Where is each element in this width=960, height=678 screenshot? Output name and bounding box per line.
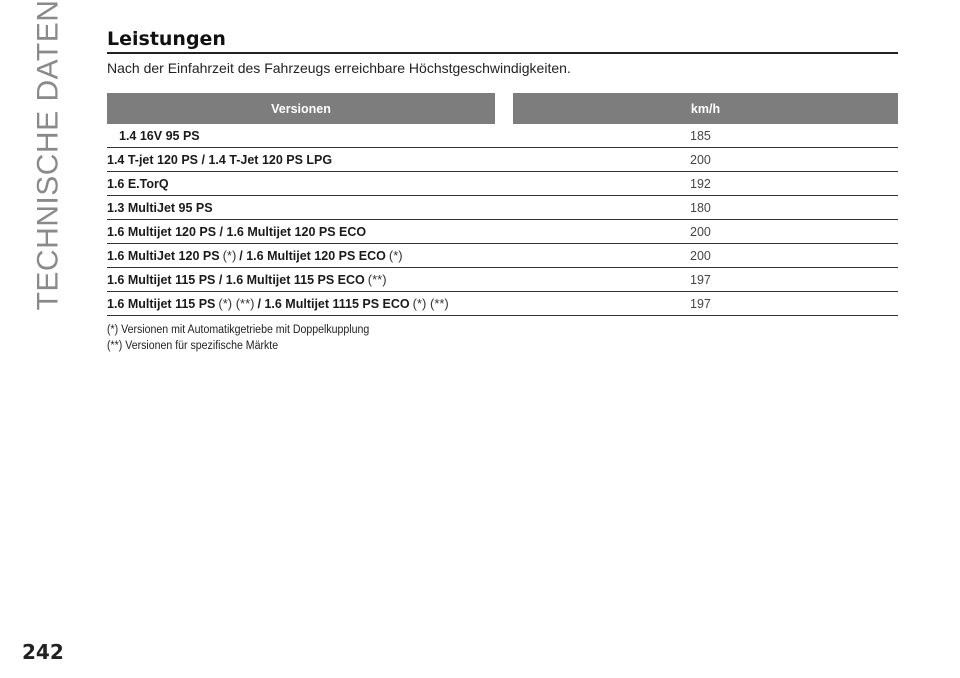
table-row: 1.4 T-jet 120 PS / 1.4 T-Jet 120 PS LPG 2… [107,147,898,172]
speed-value-cell: 185 [513,124,898,148]
footnote-marker: (*) [222,248,237,263]
version-cell: 1.3 MultiJet 95 PS [107,195,513,220]
header-versions: Versionen [107,93,495,124]
table-row: 1.6 Multijet 115 PS / 1.6 Multijet 115 P… [107,267,898,292]
version-text: / 1.6 Multijet 120 PS ECO [239,249,386,263]
footnote-markets: (**) Versionen für spezifische Märkte [107,340,279,352]
version-text: 1.6 Multijet 115 PS / 1.6 Multijet 115 P… [107,273,365,287]
footnote-automatic: (*) Versionen mit Automatikgetriebe mit … [107,324,370,336]
version-text: 1.6 Multijet 115 PS [107,297,216,311]
version-text: / 1.6 Multijet 1115 PS ECO [257,297,410,311]
version-text: 1.4 16V 95 PS [119,128,200,143]
speed-value-cell: 180 [513,195,898,220]
header-gap [495,93,513,124]
table-row: 1.6 Multijet 115 PS (*) (**)/ 1.6 Multije… [107,291,898,316]
table-row: 1.6 Multijet 120 PS / 1.6 Multijet 120 P… [107,219,898,244]
footnotes: (*) Versionen mit Automatikgetriebe mit … [107,322,898,354]
section-subtitle: Nach der Einfahrzeit des Fahrzeugs errei… [107,60,571,76]
table-row: 1.6 E.TorQ 192 [107,171,898,196]
version-text: 1.4 T-jet 120 PS / 1.4 T-Jet 120 PS LPG [107,152,333,167]
footnote-marker: (*) (**) [218,296,255,311]
version-cell: 1.6 Multijet 115 PS (*) (**)/ 1.6 Multije… [107,291,513,316]
version-cell: 1.4 T-jet 120 PS / 1.4 T-Jet 120 PS LPG [107,147,513,172]
page-number: 242 [22,640,64,664]
speed-value-cell: 197 [513,267,898,292]
footnote-marker: (**) [367,272,387,287]
speed-value-cell: 200 [513,219,898,244]
speed-value-cell: 200 [513,243,898,268]
version-cell: 1.6 E.TorQ [107,171,513,196]
version-text: 1.6 E.TorQ [107,176,169,191]
version-text: 1.6 Multijet 120 PS / 1.6 Multijet 120 P… [107,224,367,239]
chapter-side-title-text: TECHNISCHE DATEN [31,0,64,311]
table-row: 1.6 MultiJet 120 PS (*)/ 1.6 Multijet 120… [107,243,898,268]
table-row: 1.4 16V 95 PS 185 [107,124,898,148]
chapter-side-title: TECHNISCHE DATEN [18,0,78,310]
version-cell: 1.6 MultiJet 120 PS (*)/ 1.6 Multijet 120… [107,243,513,268]
table-row: 1.3 MultiJet 95 PS 180 [107,195,898,220]
table-header-row: Versionen km/h [107,93,898,124]
section-heading: Leistungen [107,28,898,54]
speed-table: Versionen km/h 1.4 16V 95 PS 185 1.4 T-jet… [107,93,898,316]
version-cell: 1.4 16V 95 PS [107,124,513,148]
table-body: 1.4 16V 95 PS 185 1.4 T-jet 120 PS / 1.4 T… [107,124,898,316]
footnote-marker: (*) [388,248,403,263]
speed-value-cell: 197 [513,291,898,316]
version-cell: 1.6 Multijet 115 PS / 1.6 Multijet 115 P… [107,267,513,292]
version-text: 1.3 MultiJet 95 PS [107,200,213,215]
version-cell: 1.6 Multijet 120 PS / 1.6 Multijet 120 P… [107,219,513,244]
version-text: 1.6 MultiJet 120 PS [107,249,220,263]
page-content: Leistungen Nach der Einfahrzeit des Fahr… [107,28,898,354]
footnote-marker: (*) (**) [412,296,449,311]
header-kmh: km/h [513,93,898,124]
speed-value-cell: 200 [513,147,898,172]
speed-value-cell: 192 [513,171,898,196]
